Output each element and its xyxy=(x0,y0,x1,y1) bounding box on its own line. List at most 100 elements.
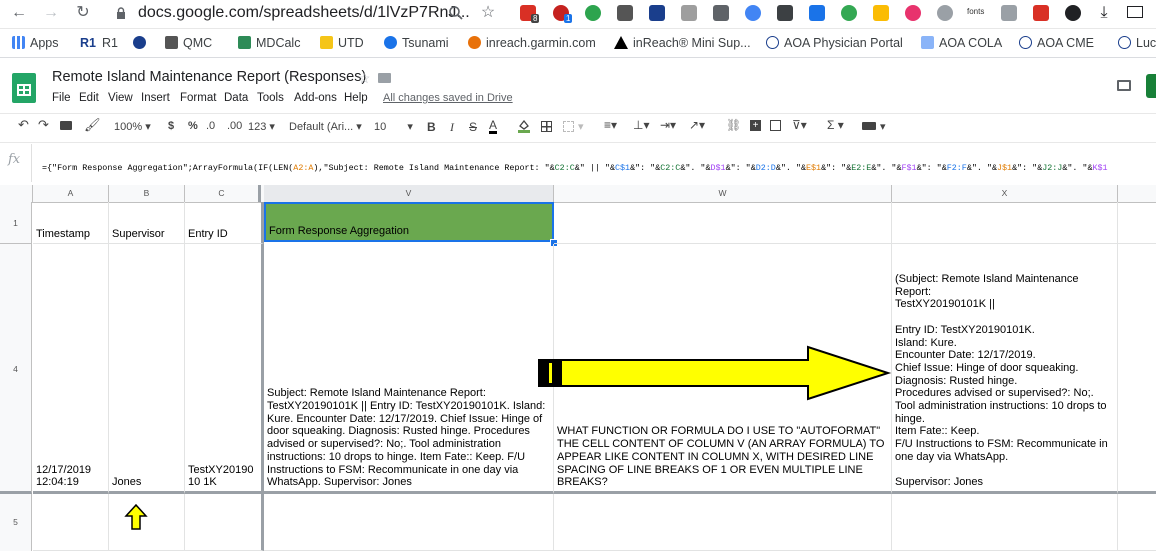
cell-c1[interactable]: Entry ID xyxy=(185,202,264,244)
save-status[interactable]: All changes saved in Drive xyxy=(383,92,513,104)
cell-b4[interactable]: Jones xyxy=(109,244,185,494)
menu-view[interactable]: View xyxy=(108,92,133,104)
folder-icon[interactable] xyxy=(378,73,391,83)
cell-x1[interactable] xyxy=(892,202,1118,244)
menu-edit[interactable]: Edit xyxy=(79,92,99,104)
bookmark-r1[interactable]: R1 R1 xyxy=(80,35,118,51)
input-tools-icon[interactable] xyxy=(862,122,876,130)
cell-a1[interactable]: Timestamp xyxy=(33,202,109,244)
download-icon[interactable]: ⤓ xyxy=(1095,4,1113,22)
zoom-select[interactable]: 100% ▾ xyxy=(114,120,151,133)
extension-icon[interactable] xyxy=(745,5,761,21)
extension-icon[interactable] xyxy=(937,5,953,21)
bookmark-utd[interactable]: UTD xyxy=(320,35,364,51)
horizontal-align-icon[interactable]: ≡▾ xyxy=(604,118,617,132)
cloud-icon[interactable] xyxy=(809,5,825,21)
yellow-right-arrow-drawing[interactable] xyxy=(536,344,892,402)
row-header-4[interactable]: 4 xyxy=(0,244,32,494)
borders-icon[interactable] xyxy=(541,121,552,132)
bookmark-apps[interactable]: Apps xyxy=(12,35,59,51)
cell-v4[interactable]: Subject: Remote Island Maintenance Repor… xyxy=(264,244,554,494)
cell-a4[interactable]: 12/17/2019 12:04:19 xyxy=(33,244,109,494)
bookmark-inreach-mini[interactable]: inReach® Mini Sup... xyxy=(614,35,751,51)
paint-format-icon[interactable]: 🖌 xyxy=(84,117,101,133)
reload-icon[interactable]: ↻ xyxy=(74,4,92,22)
extension-icon[interactable] xyxy=(777,5,793,21)
currency-format-button[interactable]: $ xyxy=(168,120,174,132)
bookmark-aoa-cme[interactable]: AOA CME xyxy=(1019,35,1094,51)
column-header-next[interactable] xyxy=(1118,185,1156,202)
menu-help[interactable]: Help xyxy=(344,92,368,104)
bookmark-mdcalc[interactable]: MDCalc xyxy=(238,35,300,51)
column-header-v[interactable]: V xyxy=(264,185,554,202)
undo-icon[interactable]: ↶ xyxy=(18,117,29,133)
extension-icon[interactable] xyxy=(1127,6,1143,18)
column-header-c[interactable]: C xyxy=(185,185,261,202)
cell-x4[interactable]: (Subject: Remote Island Maintenance Repo… xyxy=(892,244,1118,494)
bookmark-aoa-cola[interactable]: AOA COLA xyxy=(921,35,1002,51)
bookmark-lock[interactable] xyxy=(133,35,151,51)
mail-icon[interactable] xyxy=(713,5,729,21)
insert-comment-icon[interactable]: + xyxy=(750,120,761,131)
row-header-1[interactable]: 1 xyxy=(0,202,32,244)
menu-tools[interactable]: Tools xyxy=(257,92,284,104)
cell-w1[interactable] xyxy=(554,202,892,244)
bold-button[interactable]: B xyxy=(427,120,436,134)
text-color-button[interactable]: A xyxy=(489,119,498,134)
extension-icon[interactable] xyxy=(1065,5,1081,21)
cell-c4[interactable]: TestXY2019010 1K xyxy=(185,244,264,494)
document-title[interactable]: Remote Island Maintenance Report (Respon… xyxy=(52,69,366,85)
merge-dropdown-icon[interactable]: ▾ xyxy=(578,120,584,133)
bookmark-luc[interactable]: Luc xyxy=(1118,35,1156,51)
evernote-icon[interactable] xyxy=(585,5,601,21)
menu-insert[interactable]: Insert xyxy=(141,92,170,104)
bookmark-inreach[interactable]: inreach.garmin.com xyxy=(468,35,596,51)
extension-icon[interactable] xyxy=(905,5,921,21)
select-all-corner[interactable] xyxy=(0,185,33,202)
cell-y4[interactable] xyxy=(1118,244,1156,494)
cell-w5[interactable] xyxy=(554,494,892,551)
sheets-logo-icon[interactable] xyxy=(12,73,36,103)
extension-icon[interactable] xyxy=(649,5,665,21)
fonts-extension-label[interactable]: fonts xyxy=(967,7,984,16)
extension-icon[interactable] xyxy=(1033,5,1049,21)
column-header-w[interactable]: W xyxy=(554,185,892,202)
insert-link-icon[interactable]: ⛓ xyxy=(726,118,741,132)
zoom-icon[interactable] xyxy=(448,5,464,21)
decrease-decimal-button[interactable]: .0 xyxy=(206,120,215,132)
column-header-b[interactable]: B xyxy=(109,185,185,202)
insert-chart-icon[interactable] xyxy=(770,120,781,131)
share-button[interactable] xyxy=(1146,74,1156,98)
menu-data[interactable]: Data xyxy=(224,92,248,104)
font-size-select[interactable]: 10 ▾ xyxy=(374,120,413,133)
star-icon[interactable]: ☆ xyxy=(358,70,371,87)
print-icon[interactable] xyxy=(60,121,72,130)
menu-addons[interactable]: Add-ons xyxy=(294,92,337,104)
cell-c5[interactable] xyxy=(185,494,264,551)
text-wrap-icon[interactable]: ⇥▾ xyxy=(660,118,676,132)
increase-decimal-button[interactable]: .00 xyxy=(227,120,242,132)
cell-y1[interactable] xyxy=(1118,202,1156,244)
text-rotation-icon[interactable]: ↗▾ xyxy=(689,118,705,132)
strikethrough-button[interactable]: S xyxy=(469,120,477,134)
menu-file[interactable]: File xyxy=(52,92,71,104)
italic-button[interactable]: I xyxy=(450,120,454,135)
fill-color-icon[interactable] xyxy=(518,119,530,133)
vertical-align-icon[interactable]: ⊥▾ xyxy=(633,118,649,132)
drive-icon[interactable] xyxy=(873,5,889,21)
cell-y5[interactable] xyxy=(1118,494,1156,551)
address-bar[interactable]: docs.google.com/spreadsheets/d/1lVzP7RnJ… xyxy=(138,3,498,23)
cell-v1-selected[interactable]: Form Response Aggregation xyxy=(264,202,554,242)
bookmark-qmc[interactable]: QMC xyxy=(165,35,212,51)
more-formats-button[interactable]: 123 ▾ xyxy=(248,120,275,133)
extension-icon[interactable] xyxy=(681,5,697,21)
merge-cells-icon[interactable] xyxy=(563,121,574,132)
cell-v5[interactable] xyxy=(264,494,554,551)
bookmark-tsunami[interactable]: Tsunami xyxy=(384,35,449,51)
bookmark-aoa-portal[interactable]: AOA Physician Portal xyxy=(766,35,903,51)
cell-x5[interactable] xyxy=(892,494,1118,551)
comments-icon[interactable] xyxy=(1117,80,1131,91)
percent-format-button[interactable]: % xyxy=(188,120,198,132)
extension-icon[interactable] xyxy=(841,5,857,21)
redo-icon[interactable]: ↷ xyxy=(38,117,49,133)
